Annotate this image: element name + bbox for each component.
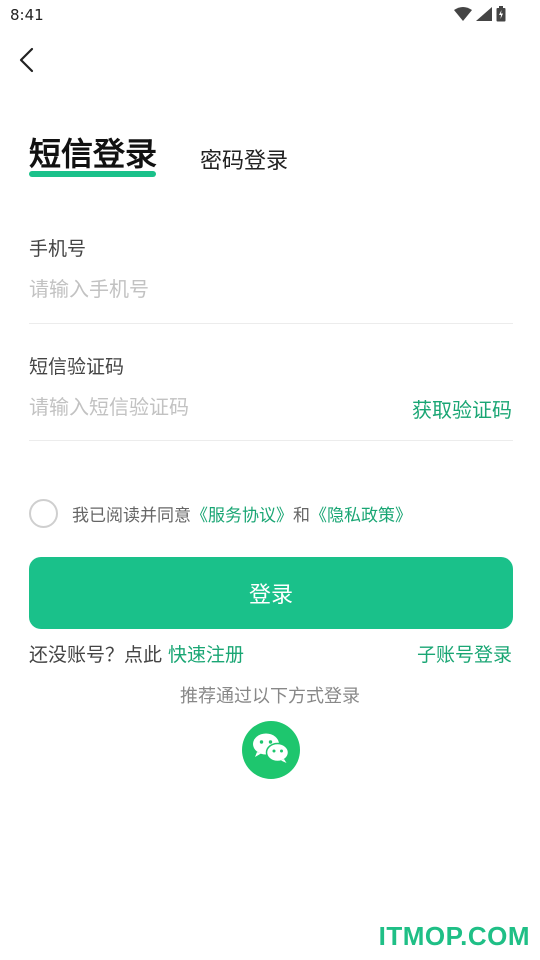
battery-icon <box>496 6 506 22</box>
wechat-icon <box>251 731 291 769</box>
active-tab-indicator <box>29 171 156 177</box>
wechat-login-button[interactable] <box>242 721 300 779</box>
status-icons <box>454 6 506 22</box>
status-bar: 8:41 <box>0 0 540 32</box>
wifi-icon <box>454 7 472 21</box>
agreement-conjunction: 和 <box>293 505 310 526</box>
sms-code-divider <box>29 440 513 441</box>
tab-password-login[interactable]: 密码登录 <box>200 148 288 176</box>
status-time: 8:41 <box>10 6 44 24</box>
phone-divider <box>29 323 513 324</box>
tab-sms-login[interactable]: 短信登录 <box>29 134 157 174</box>
agreement-row: 我已阅读并同意《服务协议》和《隐私政策》 <box>29 498 412 528</box>
other-login-methods-label: 推荐通过以下方式登录 <box>180 686 360 707</box>
agreement-checkbox[interactable] <box>29 498 58 528</box>
sms-code-label: 短信验证码 <box>29 356 125 378</box>
watermark: ITMOP.COM <box>378 921 530 951</box>
phone-input[interactable] <box>29 272 513 306</box>
sub-account-login-link[interactable]: 子账号登录 <box>417 640 512 667</box>
agreement-prefix: 我已阅读并同意 <box>72 505 191 526</box>
phone-label: 手机号 <box>29 238 87 260</box>
quick-register-link[interactable]: 快速注册 <box>168 644 244 666</box>
service-agreement-link[interactable]: 《服务协议》 <box>191 506 293 526</box>
register-row: 还没账号？点此 快速注册 <box>29 640 244 667</box>
get-code-button[interactable]: 获取验证码 <box>412 394 512 423</box>
sms-code-input[interactable] <box>29 390 389 424</box>
signal-icon <box>476 7 492 21</box>
register-prompt: 还没账号？点此 <box>29 644 163 666</box>
login-button[interactable]: 登录 <box>29 557 513 629</box>
agreement-text: 我已阅读并同意《服务协议》和《隐私政策》 <box>72 501 412 526</box>
chevron-left-icon <box>12 44 44 76</box>
back-button[interactable] <box>12 44 44 76</box>
privacy-policy-link[interactable]: 《隐私政策》 <box>310 506 412 526</box>
